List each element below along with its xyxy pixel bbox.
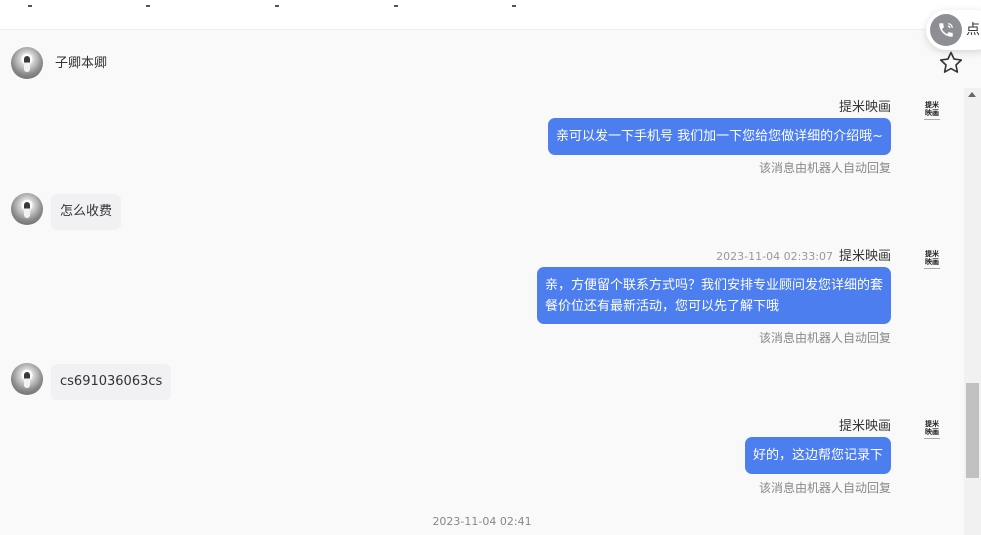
star-icon[interactable] bbox=[938, 50, 964, 76]
top-bar bbox=[0, 0, 981, 30]
scrollbar-thumb[interactable] bbox=[966, 383, 979, 478]
call-button[interactable]: 点 bbox=[926, 10, 981, 50]
chat-timestamp: 2023-11-04 02:41 bbox=[432, 515, 532, 528]
logo-underline bbox=[924, 268, 940, 269]
chat-scrollbar[interactable] bbox=[964, 88, 981, 535]
bot-message-bubble: 好的，这边帮您记录下 bbox=[744, 437, 891, 474]
top-tab-marker bbox=[275, 5, 279, 7]
sender-name: 提米映画 bbox=[838, 249, 891, 264]
auto-reply-note: 该消息由机器人自动回复 bbox=[758, 161, 891, 175]
logo-text-line2: 映画 bbox=[925, 108, 939, 117]
sender-name: 提米映画 bbox=[838, 419, 891, 434]
user-avatar[interactable] bbox=[11, 47, 43, 79]
brand-logo[interactable]: 提米 映画 bbox=[922, 250, 942, 274]
auto-reply-note: 该消息由机器人自动回复 bbox=[758, 481, 891, 495]
scroll-up-arrow-icon[interactable] bbox=[968, 92, 976, 97]
bot-sender-name: 提米映画 bbox=[839, 100, 891, 116]
logo-text-line2: 映画 bbox=[925, 257, 939, 266]
message-timestamp: 2023-11-04 02:33:07 bbox=[716, 250, 833, 263]
phone-icon bbox=[930, 14, 962, 46]
user-avatar[interactable] bbox=[11, 193, 43, 225]
top-tab-marker bbox=[512, 5, 516, 7]
user-message-bubble: cs691036063cs bbox=[51, 364, 172, 400]
chat-area: 子卿本卿 提米映画 提米 映画 亲可以发一下手机号 我们加一下您给您做详细的介绍… bbox=[0, 30, 964, 535]
bot-message-meta: 2023-11-04 02:33:07 提米映画 bbox=[716, 249, 891, 265]
bot-sender-name: 提米映画 bbox=[839, 419, 891, 435]
brand-logo[interactable]: 提米 映画 bbox=[922, 420, 942, 444]
bot-message-bubble: 亲，方便留个联系方式吗？我们安排专业顾问发您详细的套 餐价位还有最新活动，您可以… bbox=[536, 267, 891, 324]
logo-underline bbox=[924, 119, 940, 120]
message-line: 亲，方便留个联系方式吗？我们安排专业顾问发您详细的套 bbox=[544, 278, 883, 293]
logo-text-line2: 映画 bbox=[925, 427, 939, 436]
user-avatar[interactable] bbox=[11, 363, 43, 395]
brand-logo[interactable]: 提米 映画 bbox=[922, 101, 942, 125]
sender-name: 提米映画 bbox=[838, 100, 891, 115]
user-message-bubble: 怎么收费 bbox=[51, 194, 122, 230]
top-tab-marker bbox=[394, 5, 398, 7]
call-button-label: 点 bbox=[966, 22, 980, 38]
logo-underline bbox=[924, 438, 940, 439]
top-tab-marker bbox=[146, 5, 150, 7]
auto-reply-note: 该消息由机器人自动回复 bbox=[758, 331, 891, 345]
user-name: 子卿本卿 bbox=[55, 56, 108, 71]
bot-message-bubble: 亲可以发一下手机号 我们加一下您给您做详细的介绍哦~ bbox=[547, 118, 891, 155]
top-tab-marker bbox=[28, 5, 32, 7]
message-line: 餐价位还有最新活动，您可以先了解下哦 bbox=[544, 299, 779, 314]
